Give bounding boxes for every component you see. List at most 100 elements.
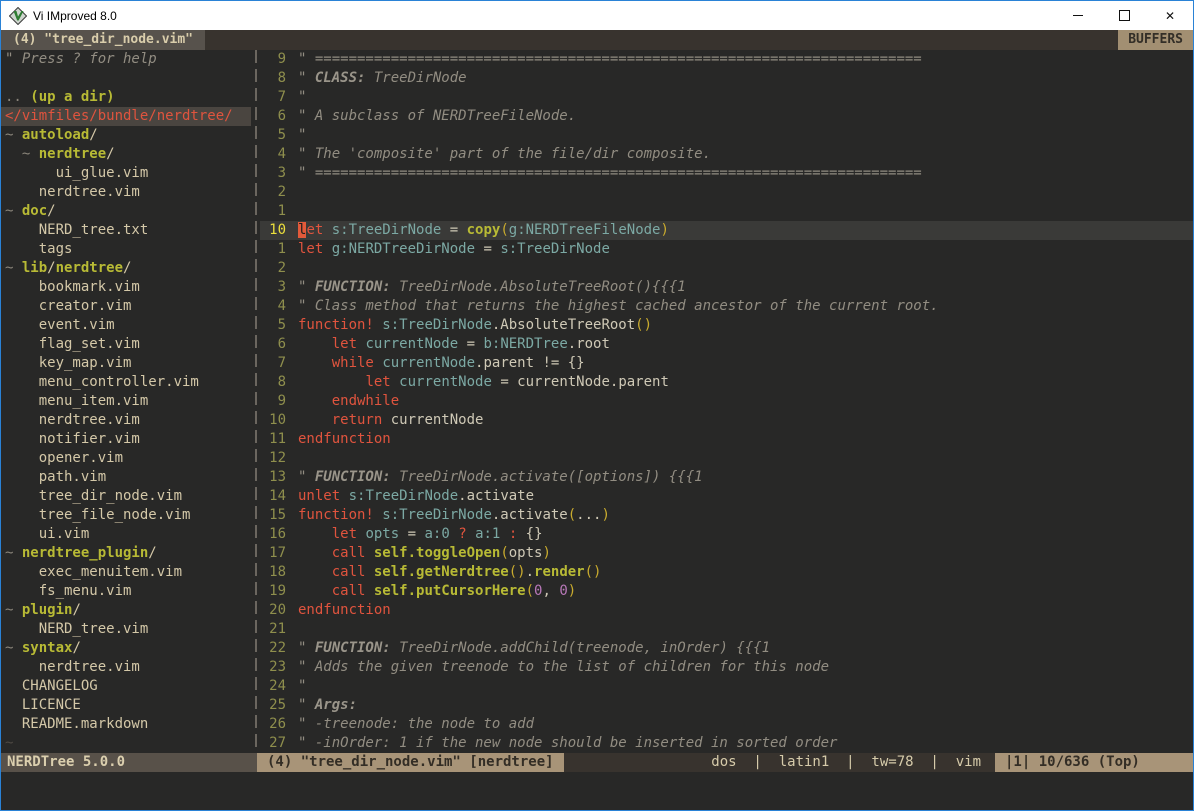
code-line[interactable]: 22" FUNCTION: TreeDirNode.addChild(treen… xyxy=(260,639,1193,658)
tree-item[interactable]: nerdtree.vim xyxy=(5,658,251,677)
line-number: 10 xyxy=(260,411,286,430)
status-line: NERDTree 5.0.0 (4) "tree_dir_node.vim" [… xyxy=(1,753,1193,772)
code-line-current[interactable]: 10let s:TreeDirNode = copy(g:NERDTreeFil… xyxy=(260,221,1193,240)
code-line[interactable]: 4" Class method that returns the highest… xyxy=(260,297,1193,316)
code-line[interactable]: 2 xyxy=(260,183,1193,202)
code-line[interactable]: 15function! s:TreeDirNode.activate(...) xyxy=(260,506,1193,525)
tree-item[interactable]: key_map.vim xyxy=(5,354,251,373)
line-number: 24 xyxy=(260,677,286,696)
code-line[interactable]: 18 call self.getNerdtree().render() xyxy=(260,563,1193,582)
minimize-icon xyxy=(1073,15,1083,16)
tree-item[interactable]: ui_glue.vim xyxy=(5,164,251,183)
code-line[interactable]: 21 xyxy=(260,620,1193,639)
line-number: 5 xyxy=(260,316,286,335)
code-line[interactable]: 23" Adds the given treenode to the list … xyxy=(260,658,1193,677)
tree-item[interactable]: menu_controller.vim xyxy=(5,373,251,392)
code-line[interactable]: 16 let opts = a:0 ? a:1 : {} xyxy=(260,525,1193,544)
command-line xyxy=(1,772,1193,810)
main-area: " Press ? for help .. (up a dir)</vimfile… xyxy=(1,50,1193,753)
tree-item[interactable]: NERD_tree.vim xyxy=(5,620,251,639)
tree-item[interactable]: ui.vim xyxy=(5,525,251,544)
tree-item[interactable]: path.vim xyxy=(5,468,251,487)
line-number: 26 xyxy=(260,715,286,734)
tree-item[interactable]: tree_file_node.vim xyxy=(5,506,251,525)
gvim-window: Vi IMproved 8.0 ✕ (4) "tree_dir_node.vim… xyxy=(0,0,1194,811)
code-line[interactable]: 5" xyxy=(260,126,1193,145)
code-line[interactable]: 5function! s:TreeDirNode.AbsoluteTreeRoo… xyxy=(260,316,1193,335)
tree-item[interactable]: ~ doc/ xyxy=(5,202,251,221)
code-line[interactable]: 10 return currentNode xyxy=(260,411,1193,430)
line-number: 23 xyxy=(260,658,286,677)
tree-item[interactable]: " Press ? for help xyxy=(5,50,251,69)
code-line[interactable]: 17 call self.toggleOpen(opts) xyxy=(260,544,1193,563)
tree-item[interactable]: ~ lib/nerdtree/ xyxy=(5,259,251,278)
code-line[interactable]: 2 xyxy=(260,259,1193,278)
tree-item[interactable]: README.markdown xyxy=(5,715,251,734)
code-line[interactable]: 7 while currentNode.parent != {} xyxy=(260,354,1193,373)
code-line[interactable]: 3" =====================================… xyxy=(260,164,1193,183)
tree-item[interactable]: nerdtree.vim xyxy=(5,183,251,202)
line-number: 9 xyxy=(260,50,286,69)
minimize-button[interactable] xyxy=(1055,1,1101,30)
tree-item[interactable]: bookmark.vim xyxy=(5,278,251,297)
tree-item[interactable]: flag_set.vim xyxy=(5,335,251,354)
code-line[interactable]: 7" xyxy=(260,88,1193,107)
code-line[interactable]: 6" A subclass of NERDTreeFileNode. xyxy=(260,107,1193,126)
line-number: 21 xyxy=(260,620,286,639)
code-line[interactable]: 14unlet s:TreeDirNode.activate xyxy=(260,487,1193,506)
close-button[interactable]: ✕ xyxy=(1147,1,1193,30)
vim-icon xyxy=(9,7,27,25)
tree-item[interactable]: ~ xyxy=(5,734,251,753)
tree-item[interactable]: ~ autoload/ xyxy=(5,126,251,145)
editor-pane: 9" =====================================… xyxy=(260,50,1193,753)
tab-tree-dir-node[interactable]: (4) "tree_dir_node.vim" xyxy=(1,30,205,50)
tree-item[interactable]: LICENCE xyxy=(5,696,251,715)
code-line[interactable]: 19 call self.putCursorHere(0, 0) xyxy=(260,582,1193,601)
line-number: 1 xyxy=(260,202,286,221)
tree-item[interactable]: opener.vim xyxy=(5,449,251,468)
code-line[interactable]: 8 let currentNode = currentNode.parent xyxy=(260,373,1193,392)
line-number: 9 xyxy=(260,392,286,411)
code-line[interactable]: 25" Args: xyxy=(260,696,1193,715)
code-line[interactable]: 9" =====================================… xyxy=(260,50,1193,69)
line-number: 27 xyxy=(260,734,286,753)
tree-item[interactable]: ~ nerdtree_plugin/ xyxy=(5,544,251,563)
window-separator[interactable] xyxy=(251,50,260,753)
tree-item[interactable] xyxy=(5,69,251,88)
code-line[interactable]: 11endfunction xyxy=(260,430,1193,449)
tree-item[interactable]: notifier.vim xyxy=(5,430,251,449)
tree-item[interactable]: tree_dir_node.vim xyxy=(5,487,251,506)
line-number: 20 xyxy=(260,601,286,620)
line-number: 6 xyxy=(260,335,286,354)
tree-item[interactable]: menu_item.vim xyxy=(5,392,251,411)
code-line[interactable]: 8" CLASS: TreeDirNode xyxy=(260,69,1193,88)
code-line[interactable]: 20endfunction xyxy=(260,601,1193,620)
tree-item[interactable]: exec_menuitem.vim xyxy=(5,563,251,582)
code-line[interactable]: 9 endwhile xyxy=(260,392,1193,411)
line-number: 4 xyxy=(260,145,286,164)
tree-item[interactable]: tags xyxy=(5,240,251,259)
tree-item[interactable]: event.vim xyxy=(5,316,251,335)
code-line[interactable]: 3" FUNCTION: TreeDirNode.AbsoluteTreeRoo… xyxy=(260,278,1193,297)
code-line[interactable]: 1 xyxy=(260,202,1193,221)
tree-item[interactable]: fs_menu.vim xyxy=(5,582,251,601)
tree-item[interactable]: creator.vim xyxy=(5,297,251,316)
tree-item[interactable]: ~ plugin/ xyxy=(5,601,251,620)
code-line[interactable]: 27" -inOrder: 1 if the new node should b… xyxy=(260,734,1193,753)
code-line[interactable]: 12 xyxy=(260,449,1193,468)
tree-item[interactable]: nerdtree.vim xyxy=(5,411,251,430)
tree-item[interactable]: .. (up a dir) xyxy=(5,88,251,107)
code-line[interactable]: 4" The 'composite' part of the file/dir … xyxy=(260,145,1193,164)
maximize-button[interactable] xyxy=(1101,1,1147,30)
code-line[interactable]: 1let g:NERDTreeDirNode = s:TreeDirNode xyxy=(260,240,1193,259)
tree-root-item[interactable]: </vimfiles/bundle/nerdtree/ xyxy=(1,107,251,126)
tree-item[interactable]: CHANGELOG xyxy=(5,677,251,696)
code-line[interactable]: 24" xyxy=(260,677,1193,696)
tree-item[interactable]: ~ syntax/ xyxy=(5,639,251,658)
line-number: 4 xyxy=(260,297,286,316)
code-line[interactable]: 26" -treenode: the node to add xyxy=(260,715,1193,734)
code-line[interactable]: 13" FUNCTION: TreeDirNode.activate([opti… xyxy=(260,468,1193,487)
tree-item[interactable]: ~ nerdtree/ xyxy=(5,145,251,164)
code-line[interactable]: 6 let currentNode = b:NERDTree.root xyxy=(260,335,1193,354)
tree-item[interactable]: NERD_tree.txt xyxy=(5,221,251,240)
